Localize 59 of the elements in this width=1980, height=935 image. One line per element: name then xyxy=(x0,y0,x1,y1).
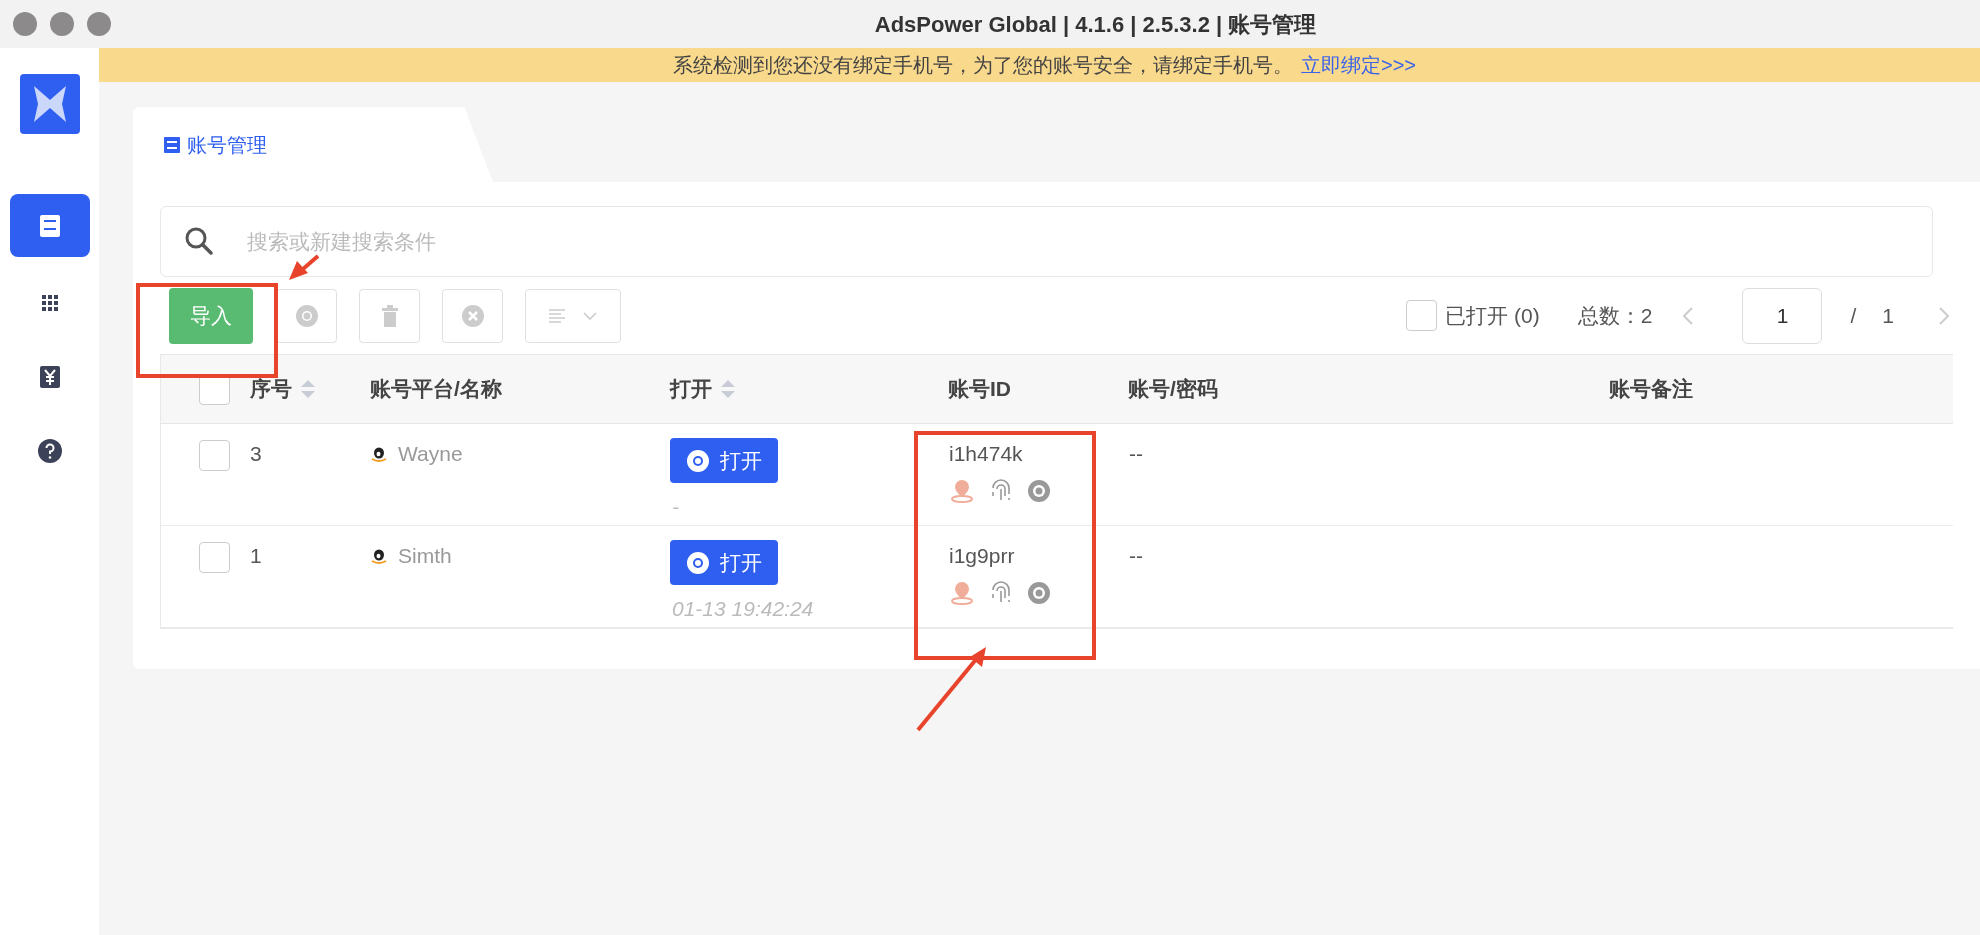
last-opened-time: - xyxy=(671,494,679,520)
clear-button[interactable] xyxy=(442,288,503,343)
minimize-window-button[interactable] xyxy=(50,12,74,36)
page-separator: / xyxy=(1850,302,1857,329)
banner-message: 系统检测到您还没有绑定手机号，为了您的账号安全，请绑定手机号。 xyxy=(672,53,1293,78)
caret-icon xyxy=(583,311,597,320)
chrome-icon xyxy=(686,448,710,473)
x-circle-icon xyxy=(460,303,485,328)
tab[interactable]: 账号管理 xyxy=(133,107,493,182)
chrome-icon xyxy=(686,550,710,575)
account-name: Wayne xyxy=(398,441,463,467)
bind-phone-link[interactable]: 立即绑定>>> xyxy=(1300,50,1416,80)
account-id: i1g9prr xyxy=(949,543,1016,569)
maximize-window-button[interactable] xyxy=(87,12,111,36)
open-button[interactable]: 打开 xyxy=(670,438,778,483)
table-cell-text: 3 xyxy=(249,441,263,467)
table-cell-text: -- xyxy=(1128,543,1144,569)
checkbox[interactable] xyxy=(199,542,230,573)
column-header: 打开 xyxy=(670,376,712,403)
account-id: i1h474k xyxy=(949,441,1024,467)
total-count: 总数：2 xyxy=(1577,302,1653,329)
arrow xyxy=(289,254,320,280)
open-button[interactable]: 打开 xyxy=(670,540,778,585)
chrome-icon xyxy=(294,303,319,328)
close-window-button[interactable] xyxy=(13,12,37,36)
sort-dropdown[interactable] xyxy=(525,288,621,343)
column-header: 账号备注 xyxy=(1609,376,1693,403)
sidebar-item[interactable] xyxy=(9,194,90,257)
help-icon xyxy=(36,438,63,464)
lines-icon xyxy=(549,308,565,323)
app-logo xyxy=(19,74,80,134)
column-header: 账号平台/名称 xyxy=(370,376,502,403)
sort-icon[interactable] xyxy=(720,378,736,400)
column-header: 序号 xyxy=(250,376,292,403)
column-header: 账号/密码 xyxy=(1128,376,1218,403)
sort-icon[interactable] xyxy=(300,378,316,400)
trash-icon xyxy=(379,304,400,327)
column-header: 账号ID xyxy=(948,376,1011,403)
location-pin-icon xyxy=(949,477,975,504)
location-pin-icon xyxy=(949,579,975,606)
page-count: 1 xyxy=(1882,302,1894,329)
opened-filter-label: 已打开 (0) xyxy=(1445,302,1540,329)
tab-label: 账号管理 xyxy=(187,132,267,158)
search-field[interactable]: 搜索或新建搜索条件 xyxy=(160,206,1933,277)
delete-button[interactable] xyxy=(359,288,420,343)
checkbox[interactable] xyxy=(199,440,230,471)
checkbox[interactable] xyxy=(1406,300,1438,331)
table-cell-text: 1 xyxy=(249,543,263,569)
target-icon xyxy=(1027,478,1051,503)
last-opened-time: 01-13 19:42:24 xyxy=(671,596,814,622)
next-page-icon[interactable] xyxy=(1938,305,1950,326)
table-cell-text: -- xyxy=(1128,441,1144,467)
target-icon xyxy=(1027,580,1051,605)
account-name: Simth xyxy=(398,543,452,569)
search-icon xyxy=(184,226,214,256)
window-title: AdsPower Global | 4.1.6 | 2.5.3.2 | 账号管理 xyxy=(874,10,1317,39)
document-icon xyxy=(163,135,181,154)
page-input[interactable]: 1 xyxy=(1742,287,1823,344)
previous-page-icon[interactable] xyxy=(1682,305,1695,326)
